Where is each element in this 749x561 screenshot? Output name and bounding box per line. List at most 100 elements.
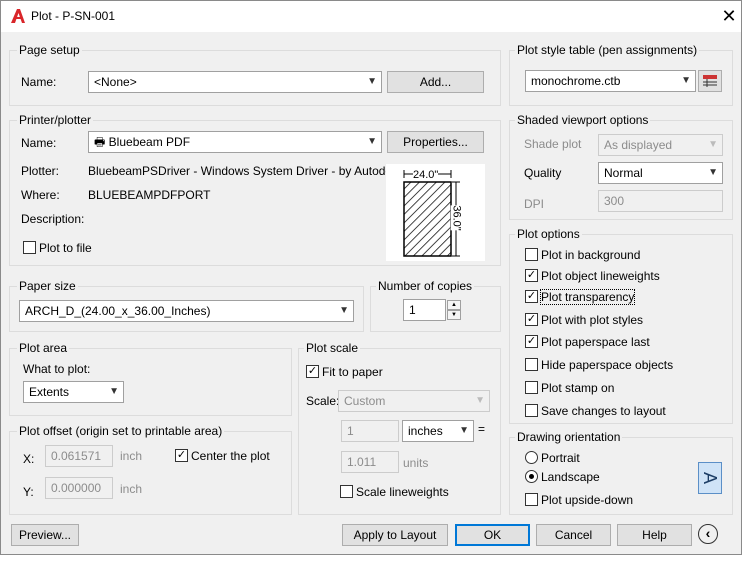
what-to-plot-select[interactable]: Extents ▼ (23, 381, 124, 403)
center-plot-checkbox[interactable]: ✓ (175, 449, 188, 462)
page-setup-group-label: Page setup (17, 43, 82, 57)
dpi-input[interactable]: 300 (598, 190, 723, 212)
preview-button[interactable]: Preview... (11, 524, 79, 546)
style-table-group-label: Plot style table (pen assignments) (515, 43, 700, 57)
chevron-down-icon: ▼ (109, 386, 119, 397)
printer-group-label: Printer/plotter (17, 113, 94, 127)
shade-plot-select[interactable]: As displayed ▼ (598, 134, 723, 156)
what-to-plot-label: What to plot: (23, 362, 91, 376)
plot-option-checkbox[interactable]: ✓ (525, 269, 538, 282)
landscape-radio[interactable] (525, 470, 538, 483)
scale-units-input[interactable]: 1.011 (341, 451, 399, 473)
chevron-down-icon: ▼ (681, 75, 691, 86)
quality-label: Quality (524, 166, 562, 180)
plot-option-checkbox[interactable] (525, 358, 538, 371)
collapse-options-icon[interactable]: ‹ (698, 524, 718, 544)
what-to-plot-value: Extents (29, 385, 70, 399)
plot-offset-group-label: Plot offset (origin set to printable are… (17, 424, 225, 438)
scale-unit-select[interactable]: inches ▼ (402, 420, 474, 442)
chevron-down-icon: ▼ (367, 136, 377, 147)
upside-down-checkbox[interactable] (525, 493, 538, 506)
where-label: Where: (21, 188, 60, 202)
plotter-value: BluebeamPSDriver - Windows System Driver… (88, 164, 405, 178)
offset-y-input[interactable]: 0.000000 (45, 477, 113, 499)
scale-select[interactable]: Custom ▼ (338, 390, 490, 412)
printer-name-label: Name: (21, 136, 57, 150)
edit-style-table-button[interactable] (698, 70, 722, 92)
plot-option-label: Save changes to layout (541, 404, 666, 418)
plot-option-checkbox[interactable]: ✓ (525, 290, 538, 303)
copies-group-label: Number of copies (376, 279, 475, 293)
quality-value: Normal (604, 166, 643, 180)
printer-name-select[interactable]: 🖶 Bluebeam PDF ▼ (88, 131, 382, 153)
help-button[interactable]: Help (617, 524, 692, 546)
plot-option-checkbox[interactable]: ✓ (525, 313, 538, 326)
shade-plot-label: Shade plot (524, 137, 582, 151)
chevron-down-icon: ▼ (708, 139, 718, 150)
plot-option-checkbox[interactable]: ✓ (525, 335, 538, 348)
scale-label: Scale: (306, 394, 340, 408)
portrait-label: Portrait (541, 451, 580, 465)
page-setup-name-select[interactable]: <None> ▼ (88, 71, 382, 93)
printer-icon: 🖶 (94, 135, 109, 149)
shade-plot-value: As displayed (604, 138, 673, 152)
preview-width-label: 24.0" (413, 169, 439, 181)
plot-to-file-checkbox[interactable] (23, 241, 36, 254)
window-title: Plot - P-SN-001 (31, 9, 116, 23)
chevron-down-icon: ▼ (339, 305, 349, 316)
plot-option-label: Hide paperspace objects (541, 358, 674, 372)
dpi-label: DPI (524, 197, 545, 211)
plotter-label: Plotter: (21, 164, 60, 178)
plot-option-checkbox[interactable] (525, 404, 538, 417)
scale-value: Custom (344, 394, 386, 408)
scale-lineweights-label: Scale lineweights (356, 485, 449, 499)
shaded-viewport-group-label: Shaded viewport options (515, 113, 651, 127)
offset-y-label: Y: (23, 485, 34, 499)
plot-to-file-label: Plot to file (39, 241, 92, 255)
copies-up-button[interactable]: ▲ (447, 300, 461, 310)
plot-option-checkbox[interactable] (525, 381, 538, 394)
chevron-down-icon: ▼ (708, 167, 718, 178)
plot-offset-group (9, 431, 292, 515)
add-page-setup-button[interactable]: Add... (387, 71, 484, 93)
scale-equals-label: = (478, 422, 486, 436)
upside-down-label: Plot upside-down (541, 493, 634, 507)
copies-input[interactable]: 1 (403, 299, 446, 321)
plot-option-label: Plot transparency (539, 289, 636, 305)
chevron-down-icon: ▼ (459, 425, 469, 436)
apply-to-layout-button[interactable]: Apply to Layout (342, 524, 448, 546)
style-table-select[interactable]: monochrome.ctb ▼ (525, 70, 696, 92)
paper-size-select[interactable]: ARCH_D_(24.00_x_36.00_Inches) ▼ (19, 300, 354, 322)
plot-option-label: Plot with plot styles (541, 313, 644, 327)
title-bar: Plot - P-SN-001 ✕ (1, 1, 741, 32)
plot-option-checkbox[interactable] (525, 248, 538, 261)
close-button[interactable]: ✕ (717, 5, 741, 27)
chevron-down-icon: ▼ (367, 76, 377, 87)
page-setup-name-value: <None> (94, 75, 137, 89)
autocad-logo-icon (11, 9, 25, 23)
plot-option-label: Plot stamp on (541, 381, 615, 395)
scale-lineweights-checkbox[interactable] (340, 485, 353, 498)
quality-select[interactable]: Normal ▼ (598, 162, 723, 184)
orientation-group-label: Drawing orientation (515, 430, 623, 444)
paper-preview: 24.0" 36.0" (386, 164, 485, 261)
scale-numerator-input[interactable]: 1 (341, 420, 399, 442)
preview-height-label: 36.0" (450, 205, 463, 231)
cancel-button[interactable]: Cancel (536, 524, 611, 546)
copies-down-button[interactable]: ▼ (447, 310, 461, 320)
paper-size-group-label: Paper size (17, 279, 78, 293)
offset-x-unit: inch (120, 449, 143, 463)
plot-area-group-label: Plot area (17, 341, 70, 355)
offset-x-input[interactable]: 0.061571 (45, 445, 113, 467)
table-edit-icon (703, 75, 717, 87)
where-value: BLUEBEAMPDFPORT (88, 188, 211, 202)
printer-properties-button[interactable]: Properties... (387, 131, 484, 153)
portrait-radio[interactable] (525, 451, 538, 464)
plot-option-label: Plot paperspace last (541, 335, 650, 349)
plot-option-label: Plot object lineweights (541, 269, 660, 283)
ok-button[interactable]: OK (455, 524, 530, 546)
chevron-down-icon: ▼ (475, 395, 485, 406)
fit-to-paper-checkbox[interactable]: ✓ (306, 365, 319, 378)
landscape-orientation-icon: A (698, 462, 722, 494)
offset-y-unit: inch (120, 482, 143, 496)
